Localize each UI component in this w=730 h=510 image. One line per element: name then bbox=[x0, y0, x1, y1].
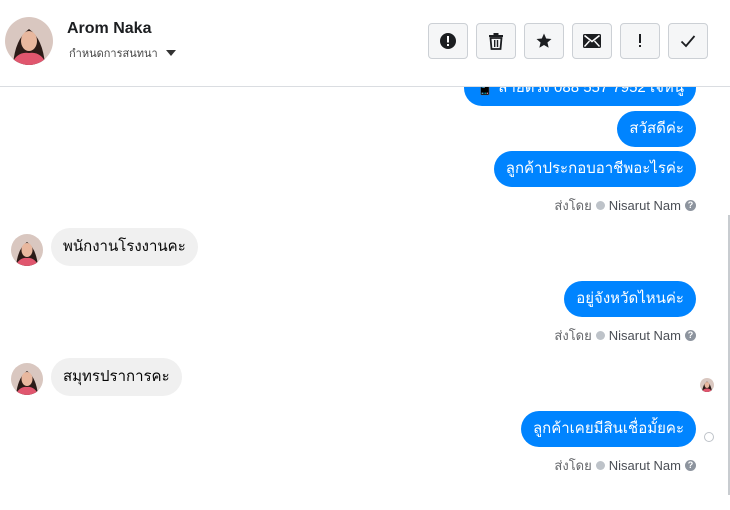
alert-circle-icon bbox=[439, 32, 457, 50]
delete-button[interactable] bbox=[476, 23, 516, 59]
conversation-header: Arom Naka กำหนดการสนทนา bbox=[0, 0, 730, 87]
help-icon[interactable]: ? bbox=[685, 460, 696, 471]
envelope-icon bbox=[583, 34, 601, 48]
follow-up-button[interactable] bbox=[620, 23, 660, 59]
outgoing-message: ลูกค้าเคยมีสินเชื่อมั้ยคะ bbox=[520, 411, 696, 447]
contact-name[interactable]: Arom Naka bbox=[67, 20, 151, 38]
incoming-message: สมุทรปราการคะ bbox=[51, 358, 182, 396]
help-icon[interactable]: ? bbox=[685, 200, 696, 211]
sent-by-label: ส่งโดย Nisarut Nam ? bbox=[554, 455, 696, 476]
contact-avatar[interactable] bbox=[5, 17, 53, 65]
messenger-icon bbox=[595, 331, 605, 340]
assign-label: กำหนดการสนทนา bbox=[69, 48, 158, 60]
star-button[interactable] bbox=[524, 23, 564, 59]
mark-done-button[interactable] bbox=[668, 23, 708, 59]
contact-avatar-small[interactable] bbox=[11, 234, 43, 266]
chevron-down-icon bbox=[165, 50, 176, 56]
outgoing-message: อยู่จังหวัดไหนค่ะ bbox=[564, 281, 696, 317]
contact-avatar-small[interactable] bbox=[11, 363, 43, 395]
mark-unread-button[interactable] bbox=[572, 23, 612, 59]
sent-by-label: ส่งโดย Nisarut Nam ? bbox=[554, 325, 696, 346]
messenger-icon bbox=[595, 461, 605, 470]
exclamation-icon bbox=[637, 32, 643, 50]
outgoing-message: สวัสดีค่ะ bbox=[617, 111, 696, 147]
star-icon bbox=[535, 32, 553, 50]
trash-icon bbox=[488, 32, 504, 50]
messenger-icon bbox=[595, 201, 605, 210]
outgoing-message: 📱 สายตรง 088 557 7952 เจ๊หนู bbox=[463, 87, 696, 106]
sent-status-icon bbox=[704, 432, 714, 442]
read-receipt-avatar bbox=[700, 378, 714, 392]
help-icon[interactable]: ? bbox=[685, 330, 696, 341]
incoming-message: พนักงานโรงงานคะ bbox=[51, 228, 198, 266]
checkmark-icon bbox=[680, 34, 696, 48]
message-thread[interactable]: 📱 สายตรง 088 557 7952 เจ๊หนู สวัสดีค่ะ ล… bbox=[0, 87, 730, 510]
assign-conversation-dropdown[interactable]: กำหนดการสนทนา bbox=[69, 44, 176, 62]
mark-spam-button[interactable] bbox=[428, 23, 468, 59]
outgoing-message: ลูกค้าประกอบอาชีพอะไรค่ะ bbox=[493, 151, 696, 187]
sent-by-label: ส่งโดย Nisarut Nam ? bbox=[554, 195, 696, 216]
